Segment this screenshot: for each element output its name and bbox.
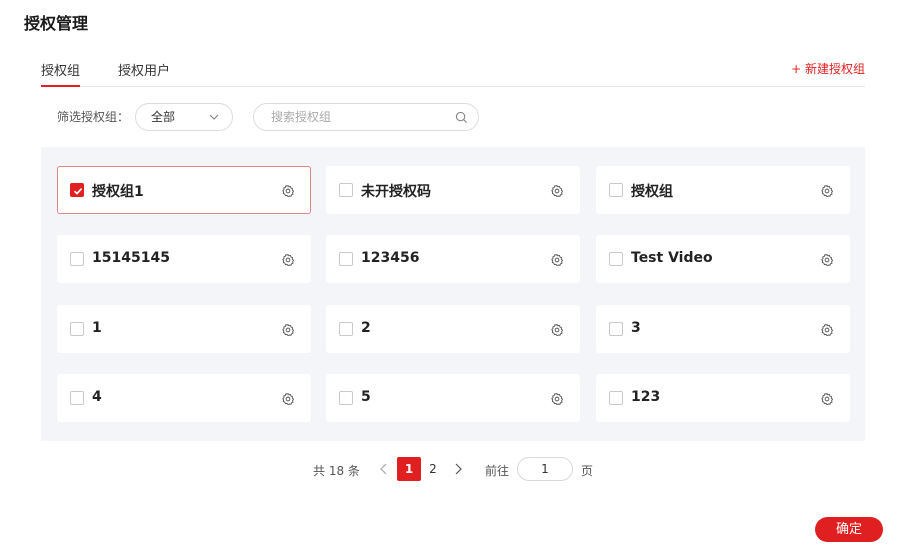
- search-box: [253, 103, 479, 131]
- auth-group-name: 未开授权码: [361, 184, 431, 200]
- page-title: 授权管理: [24, 14, 89, 33]
- checkbox[interactable]: [70, 252, 84, 266]
- group-filter-select[interactable]: 全部: [135, 103, 233, 131]
- chevron-left-icon[interactable]: [378, 462, 390, 476]
- gear-icon[interactable]: [820, 252, 834, 267]
- auth-group-name: 授权组: [631, 184, 673, 200]
- gear-icon[interactable]: [550, 391, 564, 406]
- gear-icon[interactable]: [550, 183, 564, 198]
- gear-icon[interactable]: [820, 391, 834, 406]
- auth-group-card[interactable]: 4: [57, 374, 311, 422]
- auth-group-name: 123: [631, 389, 661, 405]
- auth-group-name: 授权组1: [92, 184, 144, 200]
- tab-auth-groups[interactable]: 授权组: [41, 60, 81, 87]
- auth-group-name: 2: [361, 320, 371, 336]
- chevron-right-icon[interactable]: [452, 462, 464, 476]
- auth-group-card[interactable]: 3: [596, 305, 850, 353]
- auth-group-card[interactable]: 2: [326, 305, 580, 353]
- search-input[interactable]: [271, 110, 441, 124]
- gear-icon[interactable]: [281, 391, 295, 406]
- gear-icon[interactable]: [550, 322, 564, 337]
- auth-group-name: 4: [92, 389, 102, 405]
- goto-label: 前往: [485, 464, 510, 478]
- auth-group-name: 15145145: [92, 250, 170, 266]
- page-unit-label: 页: [581, 464, 594, 478]
- checkbox[interactable]: [70, 322, 84, 336]
- confirm-button[interactable]: 确定: [815, 517, 883, 542]
- gear-icon[interactable]: [820, 322, 834, 337]
- auth-group-card[interactable]: 1: [57, 305, 311, 353]
- auth-group-card[interactable]: 未开授权码: [326, 166, 580, 214]
- auth-group-grid: 授权组1 未开授权码 授权组 15145145 123456 Test Video 1 2 3 4…: [41, 147, 865, 441]
- new-auth-group-button[interactable]: + 新建授权组: [791, 60, 865, 77]
- filter-label: 筛选授权组：: [57, 110, 130, 124]
- auth-group-card[interactable]: 授权组1: [57, 166, 311, 214]
- auth-group-name: Test Video: [631, 250, 713, 266]
- auth-group-name: 123456: [361, 250, 420, 266]
- chevron-down-icon: [209, 114, 219, 120]
- gear-icon[interactable]: [281, 183, 295, 198]
- checkbox[interactable]: [339, 391, 353, 405]
- checkbox[interactable]: [70, 391, 84, 405]
- auth-group-card[interactable]: 123456: [326, 235, 580, 283]
- auth-group-card[interactable]: 5: [326, 374, 580, 422]
- gear-icon[interactable]: [550, 252, 564, 267]
- auth-group-name: 5: [361, 389, 371, 405]
- page-button-2[interactable]: 2: [421, 457, 445, 481]
- auth-group-card[interactable]: 123: [596, 374, 850, 422]
- auth-group-card[interactable]: Test Video: [596, 235, 850, 283]
- auth-group-name: 3: [631, 320, 641, 336]
- search-icon[interactable]: [455, 111, 468, 124]
- checkbox[interactable]: [339, 322, 353, 336]
- total-count: 共 18 条: [313, 464, 360, 478]
- gear-icon[interactable]: [281, 252, 295, 267]
- tab-auth-users[interactable]: 授权用户: [118, 60, 170, 87]
- gear-icon[interactable]: [281, 322, 295, 337]
- checkbox[interactable]: [609, 183, 623, 197]
- checkbox[interactable]: [339, 252, 353, 266]
- goto-page-input[interactable]: [517, 457, 573, 481]
- checkbox[interactable]: [609, 252, 623, 266]
- select-value: 全部: [151, 110, 176, 124]
- auth-group-card[interactable]: 授权组: [596, 166, 850, 214]
- tab-bar: 授权组 授权用户 + 新建授权组: [41, 56, 865, 87]
- checkbox[interactable]: [339, 183, 353, 197]
- checkbox[interactable]: [609, 391, 623, 405]
- checkbox[interactable]: [70, 183, 84, 197]
- page-button-1[interactable]: 1: [397, 457, 421, 481]
- gear-icon[interactable]: [820, 183, 834, 198]
- auth-group-card[interactable]: 15145145: [57, 235, 311, 283]
- check-icon: [73, 188, 83, 195]
- checkbox[interactable]: [609, 322, 623, 336]
- auth-group-name: 1: [92, 320, 102, 336]
